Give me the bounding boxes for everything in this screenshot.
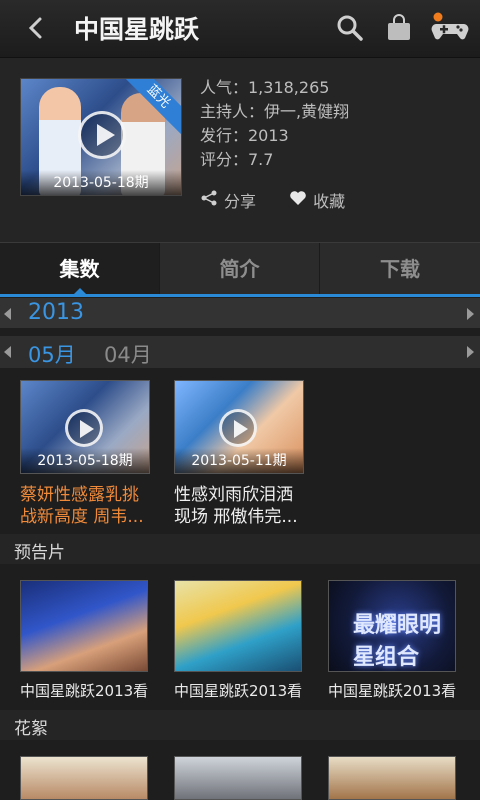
hosts-text: 主持人：伊一,黄健翔	[200, 102, 350, 121]
top-bar: 中国星跳跃	[0, 0, 480, 58]
action-row: 分享 收藏	[200, 188, 373, 212]
rating-text: 评分：7.7	[200, 150, 274, 169]
trailer-title[interactable]: 中国星跳跃2013看	[174, 680, 302, 701]
prev-year-icon[interactable]	[4, 308, 11, 320]
episode-card[interactable]: 2013-05-18期 蔡妍性感露乳挑战新高度 周韦...	[20, 380, 150, 528]
month-selector: 05月 04月	[0, 336, 480, 368]
favorite-label: 收藏	[313, 192, 346, 211]
next-month-icon[interactable]	[467, 346, 474, 358]
tab-bar: 集数 简介 下载	[0, 242, 480, 296]
popularity-text: 人气：1,318,265	[200, 78, 330, 97]
game-button[interactable]	[430, 12, 470, 44]
back-button[interactable]	[22, 11, 52, 45]
tab-download[interactable]: 下载	[320, 243, 480, 295]
tab-indicator	[0, 294, 480, 297]
trailer-card[interactable]: 最耀眼明星组合 中国星跳跃2013看	[328, 580, 456, 701]
search-button[interactable]	[334, 12, 366, 44]
search-icon	[337, 15, 363, 41]
episode-date: 2013-05-18期	[21, 448, 149, 473]
tab-summary[interactable]: 简介	[160, 243, 320, 295]
episode-card[interactable]: 2013-05-11期 性感刘雨欣泪洒现场 邢傲伟完...	[174, 380, 304, 528]
prev-month-icon[interactable]	[4, 346, 11, 358]
episode-thumbnail[interactable]: 2013-05-11期	[174, 380, 304, 474]
shopping-bag-icon	[388, 14, 410, 40]
share-button[interactable]: 分享	[200, 188, 256, 212]
highlight-thumbnail[interactable]	[328, 756, 456, 800]
trailer-card[interactable]: 中国星跳跃2013看	[20, 580, 148, 701]
episode-title[interactable]: 性感刘雨欣泪洒现场 邢傲伟完...	[174, 484, 304, 528]
trailer-thumbnail[interactable]: 最耀眼明星组合	[328, 580, 456, 672]
trailer-overlay-text: 最耀眼明星组合	[353, 613, 442, 670]
poster-date: 2013-05-18期	[21, 170, 181, 195]
section-header-highlights: 花絮	[0, 710, 480, 740]
play-icon[interactable]	[78, 111, 126, 159]
share-icon	[201, 190, 217, 206]
tab-episodes[interactable]: 集数	[0, 243, 160, 296]
month-option[interactable]: 04月	[104, 339, 152, 369]
section-title: 预告片	[14, 543, 65, 563]
shop-button[interactable]	[383, 12, 415, 44]
year-label[interactable]: 2013	[28, 300, 84, 325]
trailer-thumbnail[interactable]	[174, 580, 302, 672]
play-icon[interactable]	[219, 409, 257, 447]
play-icon[interactable]	[65, 409, 103, 447]
year-selector: 2013	[0, 298, 480, 328]
episode-title[interactable]: 蔡妍性感露乳挑战新高度 周韦...	[20, 484, 150, 528]
highlight-thumbnail[interactable]	[174, 756, 302, 800]
trailer-thumbnail[interactable]	[20, 580, 148, 672]
trailer-title[interactable]: 中国星跳跃2013看	[328, 680, 456, 701]
show-poster[interactable]: 蓝光 2013-05-18期	[20, 78, 182, 196]
chevron-left-icon	[28, 17, 42, 39]
section-header-trailers: 预告片	[0, 534, 480, 564]
section-title: 花絮	[14, 719, 48, 739]
gamepad-icon	[431, 12, 469, 40]
share-label: 分享	[224, 192, 257, 211]
month-active[interactable]: 05月	[28, 339, 76, 369]
episode-date: 2013-05-11期	[175, 448, 303, 473]
trailer-title[interactable]: 中国星跳跃2013看	[20, 680, 148, 701]
release-text: 发行：2013	[200, 126, 289, 145]
show-info-panel: 蓝光 2013-05-18期 人气：1,318,265 主持人：伊一,黄健翔 发…	[0, 58, 480, 242]
heart-icon	[290, 191, 306, 205]
highlight-thumbnail[interactable]	[20, 756, 148, 800]
favorite-button[interactable]: 收藏	[289, 188, 345, 212]
page-title: 中国星跳跃	[74, 15, 200, 44]
episode-thumbnail[interactable]: 2013-05-18期	[20, 380, 150, 474]
trailer-card[interactable]: 中国星跳跃2013看	[174, 580, 302, 701]
show-meta: 人气：1,318,265 主持人：伊一,黄健翔 发行：2013 评分：7.7	[200, 76, 349, 172]
next-year-icon[interactable]	[467, 308, 474, 320]
